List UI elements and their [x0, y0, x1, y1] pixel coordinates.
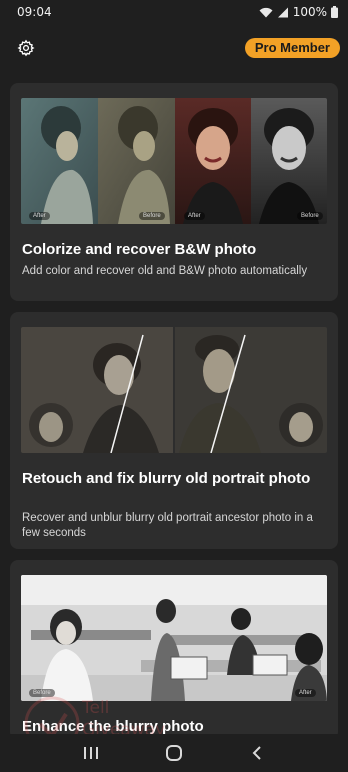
feature-card-enhance[interactable]: Before After Enhance the blurry photo: [10, 560, 338, 740]
battery-percent: 100%: [292, 5, 327, 19]
card-description: Recover and unblur blurry old portrait a…: [22, 512, 313, 539]
back-icon[interactable]: [242, 741, 272, 765]
feature-card-retouch[interactable]: Retouch and fix blurry old portrait phot…: [10, 312, 338, 549]
pro-member-badge[interactable]: Pro Member: [244, 38, 340, 58]
after-tag: After: [295, 689, 316, 697]
card-title: Colorize and recover B&W photo: [22, 241, 257, 258]
feature-card-colorize[interactable]: After Before After Before Colorize and r…: [10, 83, 338, 301]
retouch-preview-image: [21, 327, 327, 453]
after-tag: After: [29, 212, 50, 220]
recents-icon[interactable]: [76, 741, 106, 765]
before-tag: Before: [29, 689, 55, 697]
status-bar: 09:04 100%: [0, 0, 348, 24]
wifi-icon: [259, 7, 273, 17]
enhance-preview-image: Before After: [21, 575, 327, 701]
card-description: Add color and recover old and B&W photo …: [22, 265, 308, 277]
card-title: Retouch and fix blurry old portrait phot…: [22, 470, 311, 487]
colorize-preview-image: After Before After Before: [21, 98, 327, 224]
before-tag: Before: [297, 212, 323, 220]
before-tag: Before: [139, 212, 165, 220]
signal-icon: [277, 7, 288, 17]
status-time: 09:04: [17, 5, 52, 19]
status-icons: 100%: [259, 5, 338, 19]
system-nav-bar: [0, 734, 348, 772]
battery-icon: [331, 6, 338, 18]
after-tag: After: [184, 212, 205, 220]
home-icon[interactable]: [159, 741, 189, 765]
top-bar: Pro Member: [0, 28, 348, 68]
gear-icon[interactable]: [17, 39, 35, 57]
